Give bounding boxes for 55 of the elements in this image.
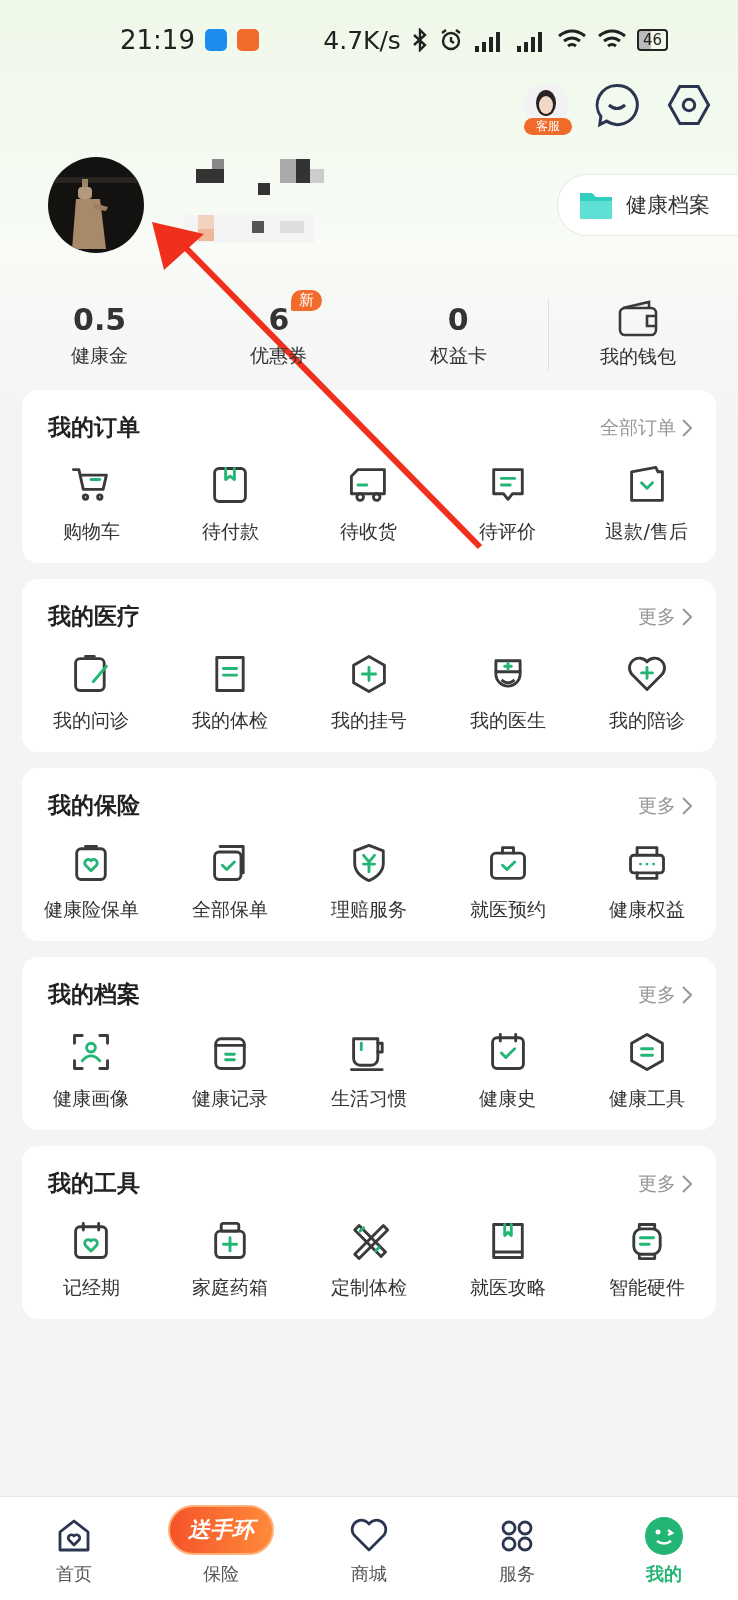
shortcut-item[interactable]: 待评价 (438, 463, 578, 545)
shortcut-item[interactable]: 就医攻略 (438, 1219, 578, 1301)
shortcut-item[interactable]: 待收货 (299, 463, 439, 545)
chevron-icon (682, 985, 692, 1004)
shortcut-item[interactable]: 健康权益 (577, 841, 716, 923)
tab-item[interactable]: 首页 (0, 1497, 148, 1600)
shortcut-item[interactable]: 健康工具 (577, 1030, 716, 1112)
stat-label[interactable]: 权益卡 (429, 342, 487, 369)
tab-item[interactable]: 服务 (442, 1497, 591, 1600)
network-speed: 4.7K/s (323, 25, 401, 55)
shortcut-item[interactable]: 家庭药箱 (160, 1219, 300, 1301)
shortcut-item[interactable]: 理赔服务 (299, 841, 439, 923)
battery-icon: 46 (636, 29, 668, 51)
tab-item[interactable]: 商城 (295, 1497, 443, 1600)
shortcut-item[interactable]: 就医预约 (438, 841, 578, 923)
section-title: 我的保险 (48, 791, 140, 820)
stat-value[interactable]: 0 (447, 301, 469, 337)
shortcut-item[interactable]: 健康史 (438, 1030, 578, 1112)
section-title: 我的档案 (48, 980, 140, 1009)
chat-icon[interactable] (594, 82, 640, 128)
shortcut-item[interactable]: 我的陪诊 (577, 652, 716, 734)
status-time: 21:19 (120, 25, 195, 55)
section-title: 我的订单 (48, 413, 140, 442)
stat-label[interactable]: 健康金 (71, 342, 129, 369)
tab-item[interactable]: 送手环 保险 (147, 1497, 296, 1600)
wallet-label[interactable]: 我的钱包 (600, 344, 677, 370)
settings-icon[interactable] (666, 82, 712, 128)
shortcut-item[interactable]: 我的问诊 (22, 652, 161, 734)
app-notification-icon (204, 29, 227, 51)
health-archive-button[interactable]: 健康档案 (557, 174, 738, 236)
smiley-icon (644, 1516, 685, 1556)
shortcut-item[interactable]: 健康画像 (22, 1030, 161, 1112)
section-title: 我的医疗 (48, 602, 140, 631)
chevron-icon (682, 418, 692, 437)
shortcut-item[interactable]: 购物车 (22, 463, 161, 545)
shortcut-item[interactable]: 健康记录 (160, 1030, 300, 1112)
stat-value[interactable]: 0.5 (73, 301, 127, 337)
wallet-icon[interactable] (617, 300, 660, 338)
chevron-icon (682, 607, 692, 626)
shortcut-item[interactable]: 我的挂号 (299, 652, 439, 734)
shortcut-item[interactable]: 记经期 (22, 1219, 161, 1301)
shortcut-item[interactable]: 全部保单 (160, 841, 300, 923)
app-notification-icon (236, 29, 259, 51)
shortcut-item[interactable]: 健康险保单 (22, 841, 161, 923)
section-title: 我的工具 (48, 1169, 140, 1198)
shortcut-item[interactable]: 待付款 (160, 463, 300, 545)
shortcut-item[interactable]: 智能硬件 (577, 1219, 716, 1301)
shortcut-item[interactable]: 退款/售后 (577, 463, 716, 545)
shortcut-item[interactable]: 我的体检 (160, 652, 300, 734)
shortcut-item[interactable]: 生活习惯 (299, 1030, 439, 1112)
chevron-icon (682, 1174, 692, 1193)
shortcut-item[interactable]: 定制体检 (299, 1219, 439, 1301)
new-badge: 新 (291, 289, 323, 311)
chevron-icon (682, 796, 692, 815)
shortcut-item[interactable]: 我的医生 (438, 652, 578, 734)
